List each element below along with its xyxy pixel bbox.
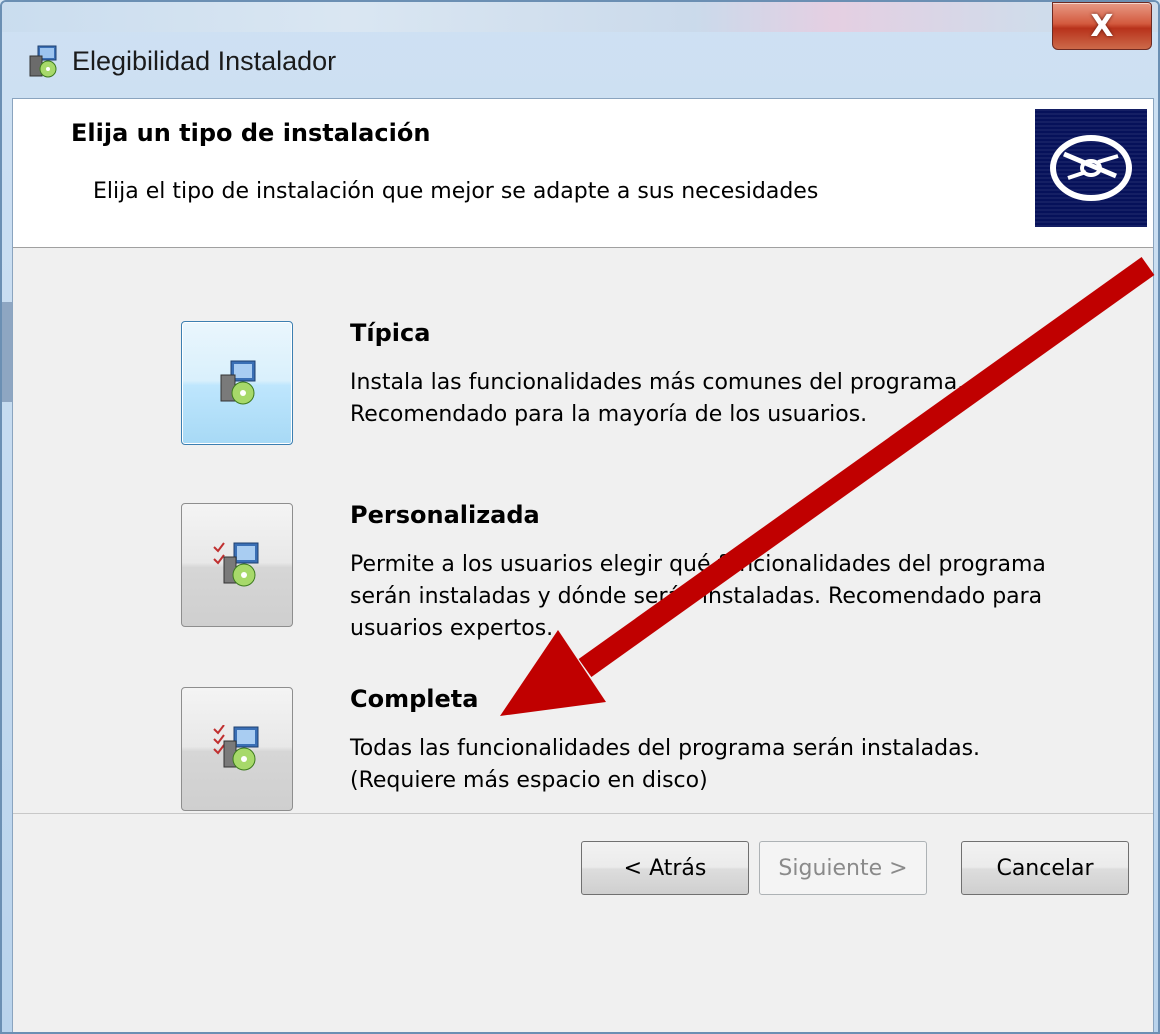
header-banner-image <box>1035 109 1147 227</box>
typical-install-button[interactable] <box>181 321 293 445</box>
header-panel: Elija un tipo de instalación Elija el ti… <box>13 99 1153 248</box>
dialog-client-area: Elija un tipo de instalación Elija el ti… <box>12 98 1154 1032</box>
install-typical-icon <box>220 360 256 405</box>
page-subtitle: Elija el tipo de instalación que mejor s… <box>93 179 819 204</box>
option-title-custom: Personalizada <box>350 501 540 529</box>
cancel-button[interactable]: Cancelar <box>961 841 1129 895</box>
install-custom-icon <box>213 542 259 587</box>
option-desc-complete: Todas las funcionalidades del programa s… <box>350 736 981 793</box>
footer-divider <box>13 813 1153 814</box>
option-title-typical: Típica <box>350 319 431 347</box>
window-title: Elegibilidad Instalador <box>72 46 337 76</box>
title-bar[interactable]: Elegibilidad Instalador <box>2 24 1158 98</box>
close-button[interactable]: X <box>1052 2 1152 50</box>
custom-install-button[interactable] <box>181 503 293 627</box>
next-button[interactable]: Siguiente > <box>759 841 927 895</box>
left-edge-hint <box>2 302 12 402</box>
installer-app-icon <box>29 45 57 78</box>
page-title: Elija un tipo de instalación <box>71 119 431 147</box>
option-desc-custom: Permite a los usuarios elegir qué funcio… <box>350 552 1046 641</box>
back-button[interactable]: < Atrás <box>581 841 749 895</box>
option-desc-typical: Instala las funcionalidades más comunes … <box>350 370 965 427</box>
disc-icon <box>1050 135 1132 201</box>
install-complete-icon <box>213 725 259 771</box>
option-title-complete: Completa <box>350 685 479 713</box>
complete-install-button[interactable] <box>181 687 293 811</box>
installer-window: Elegibilidad Instalador X Elija un tipo … <box>0 0 1160 1034</box>
close-icon: X <box>1090 8 1114 44</box>
